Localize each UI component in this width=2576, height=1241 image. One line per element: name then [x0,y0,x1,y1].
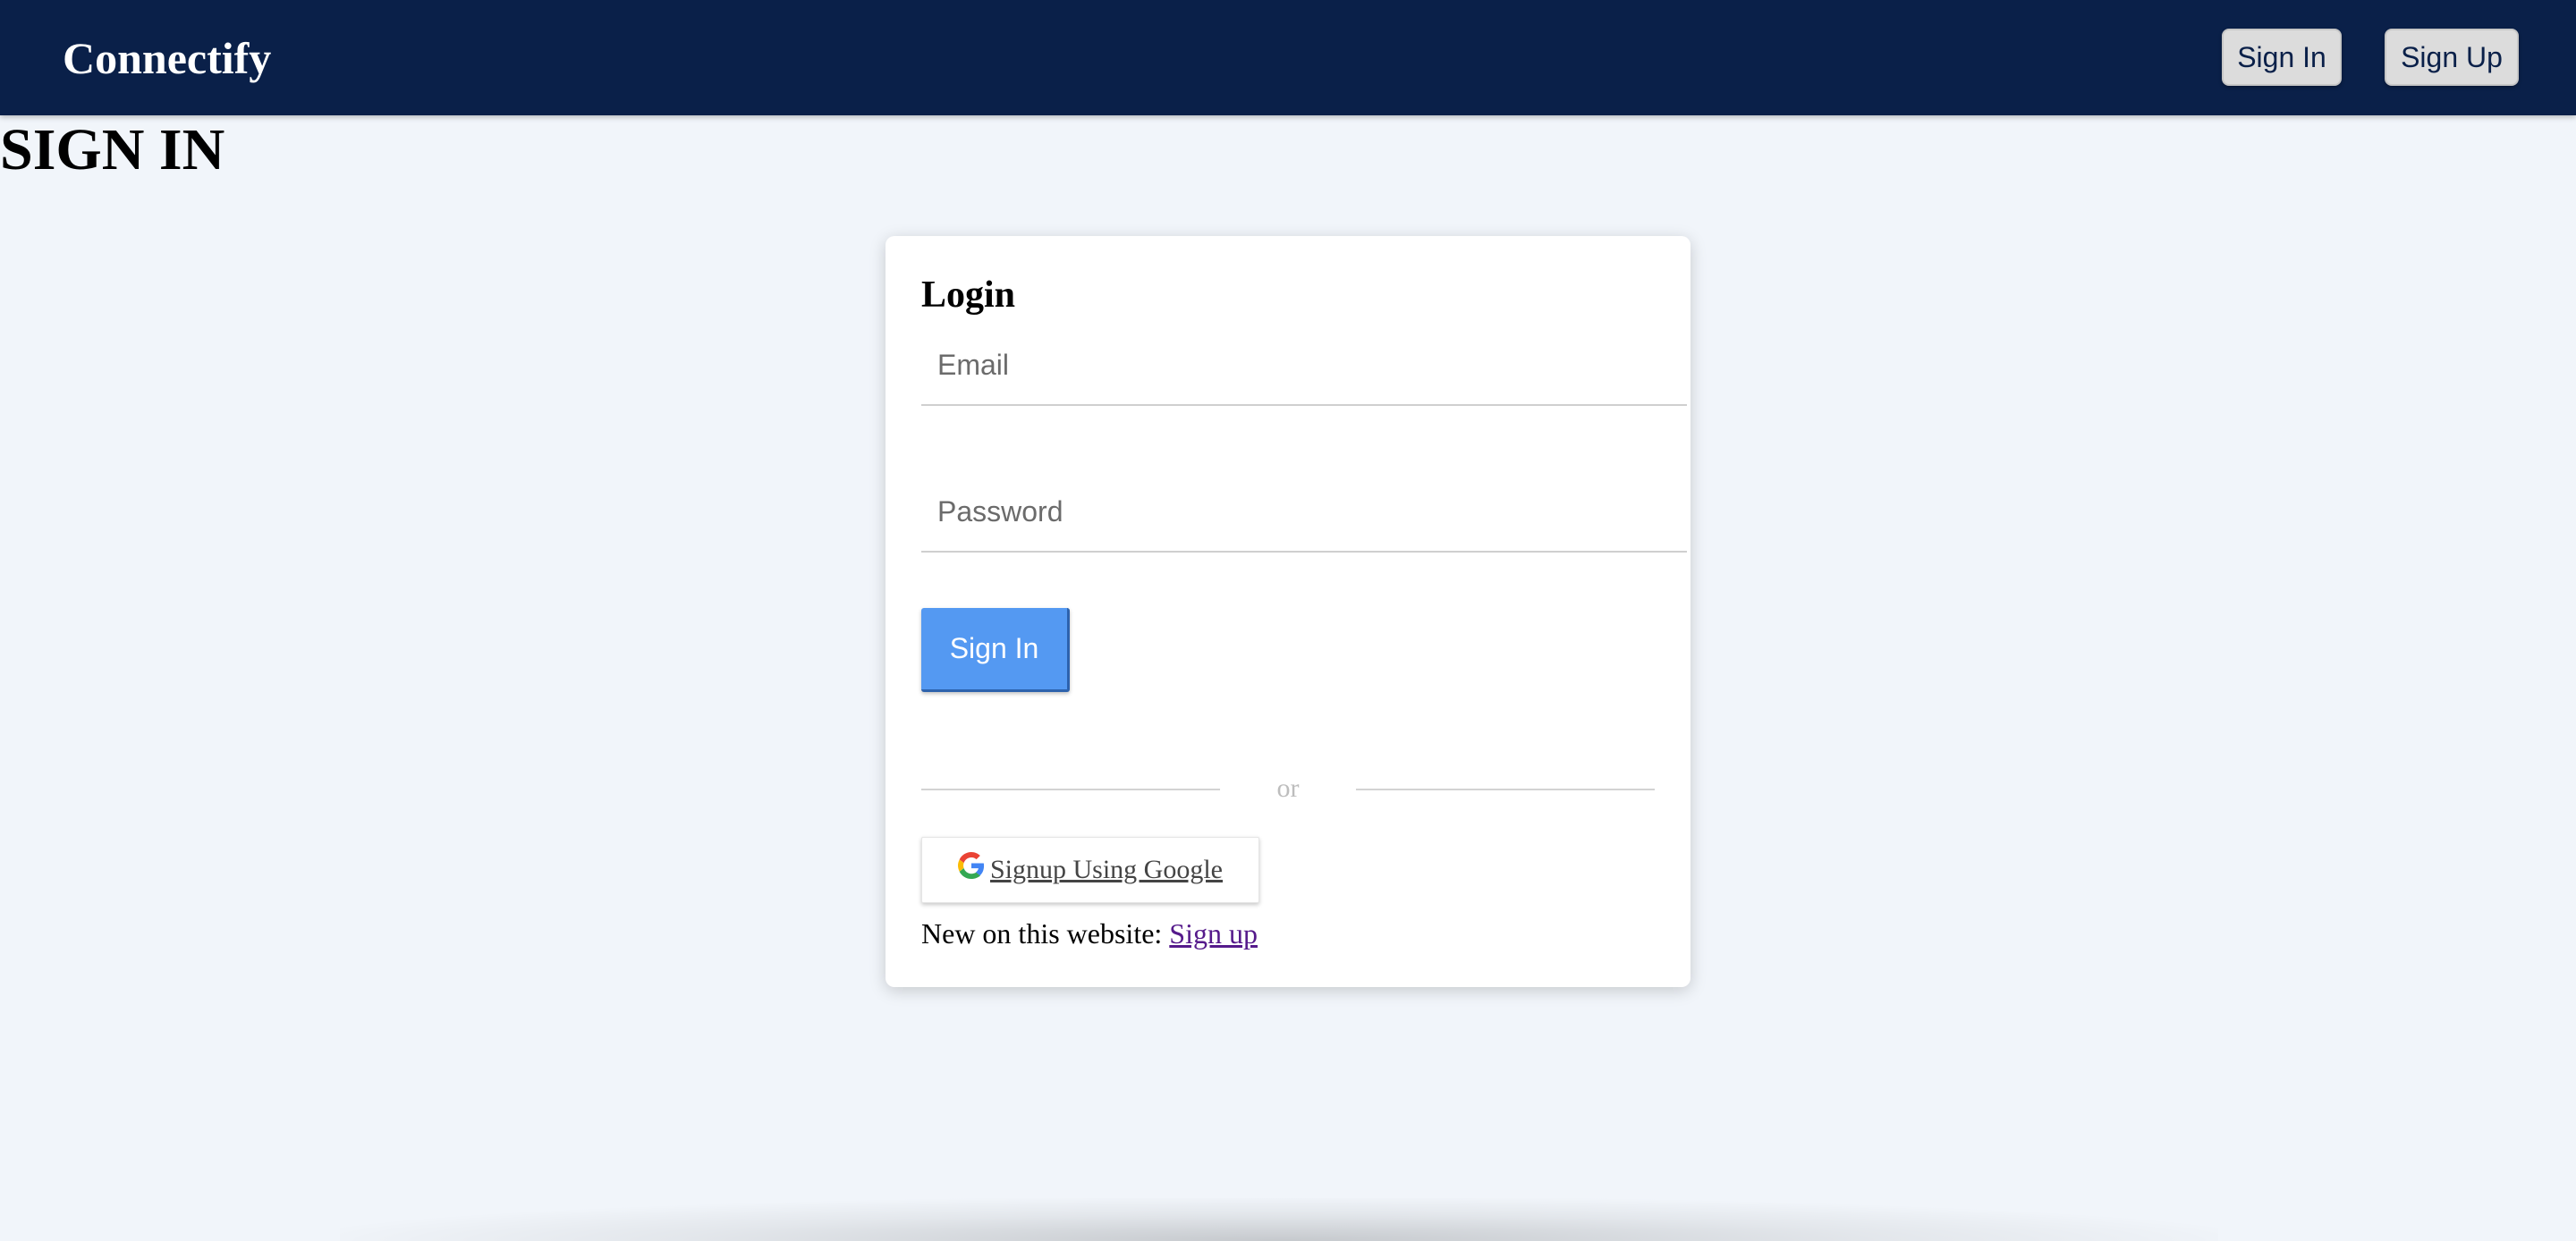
new-user-text: New on this website: [921,917,1170,950]
google-icon [957,852,985,879]
top-navbar: Connectify Sign In Sign Up [0,0,2576,115]
signin-button[interactable]: Sign In [921,608,1070,692]
login-card: Login Sign In or Signup Using Google New… [886,236,1690,987]
nav-signup-button[interactable]: Sign Up [2385,29,2519,86]
new-user-prompt: New on this website: Sign up [921,914,1258,953]
divider-right [1356,789,1655,790]
google-signup-label: Signup Using Google [989,855,1223,884]
password-field[interactable] [921,472,1687,553]
email-field[interactable] [921,325,1687,406]
page-title: SIGN IN [0,117,225,182]
google-signup-button[interactable]: Signup Using Google [921,837,1259,903]
brand-logo[interactable]: Connectify [63,27,271,89]
signup-link[interactable]: Sign up [1169,917,1258,950]
bottom-shadow [340,1198,2218,1241]
login-title: Login [921,274,1016,316]
nav-signin-button[interactable]: Sign In [2222,29,2342,86]
